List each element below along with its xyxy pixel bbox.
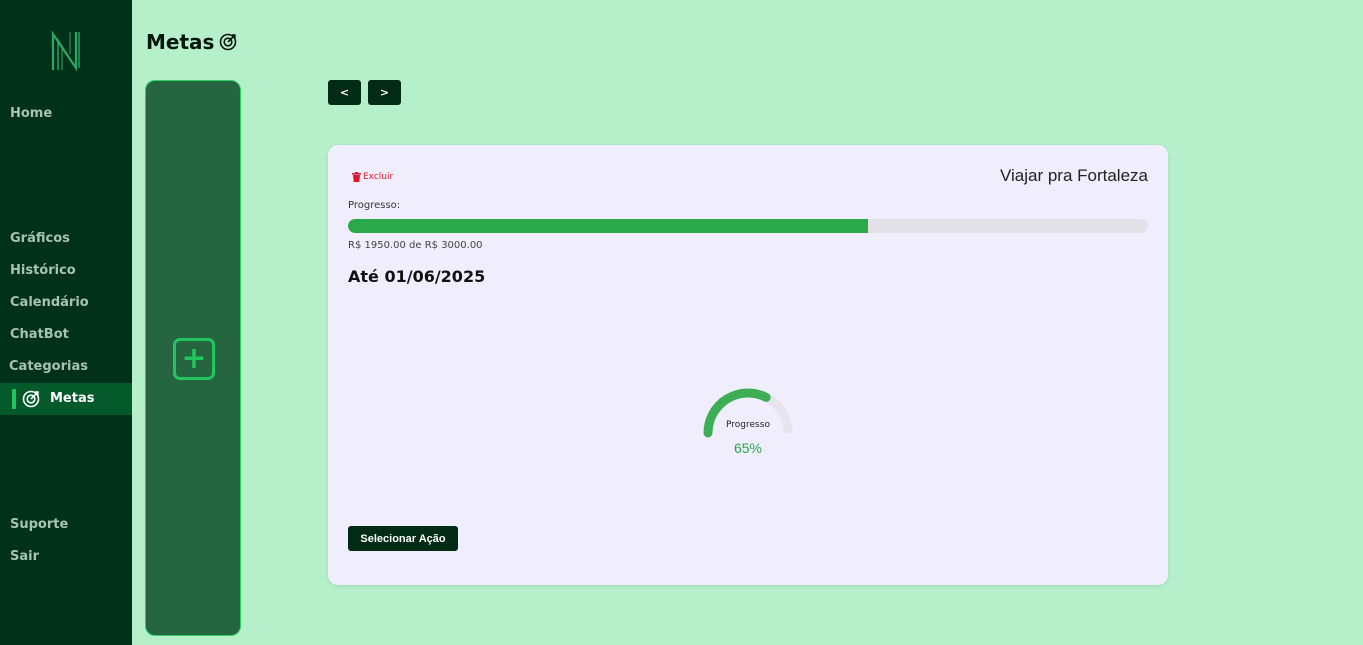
amount-text: R$ 1950.00 de R$ 3000.00	[348, 240, 483, 251]
sidebar-item-label: Calendário	[10, 295, 89, 310]
trash-icon	[352, 172, 361, 182]
target-icon	[22, 390, 40, 408]
sidebar-item-calendario[interactable]: Calendário	[0, 290, 132, 316]
gauge-value: 65%	[733, 440, 763, 456]
sidebar-item-label: Suporte	[10, 517, 69, 532]
page-title: Metas	[146, 30, 237, 54]
target-icon	[220, 33, 237, 51]
sidebar-item-label: Sair	[10, 549, 40, 564]
delete-button[interactable]: Excluir	[352, 172, 393, 182]
sidebar-item-label: Metas	[50, 391, 95, 406]
select-action-button[interactable]: Selecionar Ação	[348, 526, 458, 551]
sidebar-item-label: Gráficos	[10, 231, 70, 246]
page-title-text: Metas	[146, 30, 215, 54]
gauge-arc	[703, 388, 793, 438]
logo-icon	[51, 30, 80, 72]
sidebar-item-home[interactable]: Home	[0, 101, 132, 127]
goal-deadline: Até 01/06/2025	[348, 267, 486, 286]
progress-bar-fill	[348, 219, 868, 233]
sidebar-item-graficos[interactable]: Gráficos	[0, 226, 132, 252]
sidebar-item-label: Categorias	[9, 359, 88, 374]
sidebar: Home Gráficos Histórico Calendário ChatB…	[0, 0, 132, 645]
add-goal-panel[interactable]: +	[145, 80, 241, 636]
previous-button[interactable]: <	[328, 80, 361, 105]
sidebar-item-categorias[interactable]: Categorias	[0, 354, 132, 380]
sidebar-item-suporte[interactable]: Suporte	[0, 512, 132, 538]
next-button[interactable]: >	[368, 80, 401, 105]
progress-gauge: Progresso 65%	[698, 383, 798, 463]
sidebar-item-label: Histórico	[10, 263, 76, 278]
goal-name: Viajar pra Fortaleza	[999, 166, 1148, 185]
active-indicator	[12, 389, 16, 409]
gauge-label: Progresso	[726, 420, 770, 430]
sidebar-item-label: ChatBot	[10, 327, 69, 342]
sidebar-item-label: Home	[10, 106, 53, 121]
sidebar-item-metas[interactable]: Metas	[0, 383, 132, 415]
sidebar-item-historico[interactable]: Histórico	[0, 258, 132, 284]
goal-card: Excluir Viajar pra Fortaleza Progresso: …	[328, 145, 1168, 585]
progress-bar	[348, 219, 1148, 233]
sidebar-item-sair[interactable]: Sair	[0, 544, 132, 570]
progress-label: Progresso:	[348, 200, 401, 211]
plus-icon[interactable]: +	[173, 338, 215, 380]
sidebar-item-chatbot[interactable]: ChatBot	[0, 322, 132, 348]
delete-label: Excluir	[363, 172, 394, 182]
